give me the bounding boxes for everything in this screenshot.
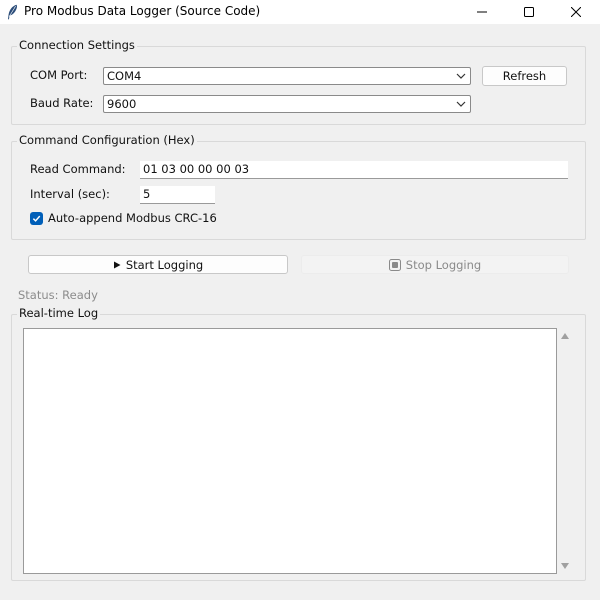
feather-icon	[8, 4, 17, 20]
interval-value: 5	[143, 187, 151, 201]
log-scrollbar[interactable]	[557, 328, 573, 574]
minimize-button[interactable]	[459, 0, 505, 24]
stop-logging-label: Stop Logging	[405, 257, 482, 272]
read-command-input[interactable]: 01 03 00 00 00 03	[140, 161, 568, 179]
refresh-button[interactable]: Refresh	[482, 66, 567, 86]
chevron-down-icon	[456, 101, 466, 107]
crc-checkbox[interactable]	[30, 212, 43, 225]
window-title: Pro Modbus Data Logger (Source Code)	[24, 4, 261, 18]
scroll-down-arrow-icon[interactable]	[561, 563, 569, 569]
minimize-icon	[477, 11, 487, 13]
crc-checkbox-label[interactable]: Auto-append Modbus CRC-16	[48, 211, 217, 225]
status-text: Status: Ready	[18, 288, 98, 302]
log-group-label: Real-time Log	[17, 306, 101, 320]
scroll-up-arrow-icon[interactable]	[561, 333, 569, 339]
start-logging-label: Start Logging	[125, 257, 204, 272]
command-config-label: Command Configuration (Hex)	[17, 133, 197, 147]
maximize-button[interactable]	[506, 0, 552, 24]
play-icon	[113, 261, 121, 268]
stop-logging-button[interactable]: Stop Logging	[301, 255, 569, 274]
start-logging-button[interactable]: Start Logging	[28, 255, 288, 274]
connection-settings-label: Connection Settings	[17, 38, 137, 52]
baud-rate-select[interactable]: 9600	[103, 95, 471, 113]
close-button[interactable]	[553, 0, 599, 24]
com-port-label: COM Port:	[30, 68, 88, 82]
title-bar[interactable]: Pro Modbus Data Logger (Source Code)	[0, 0, 600, 24]
baud-rate-value: 9600	[107, 97, 137, 111]
com-port-value: COM4	[107, 69, 142, 83]
com-port-select[interactable]: COM4	[103, 67, 471, 85]
interval-label: Interval (sec):	[30, 187, 110, 201]
checkmark-icon	[32, 215, 41, 222]
chevron-down-icon	[456, 73, 466, 79]
maximize-icon	[524, 7, 534, 17]
baud-rate-label: Baud Rate:	[30, 96, 94, 110]
read-command-label: Read Command:	[30, 162, 126, 176]
app-window: Pro Modbus Data Logger (Source Code) Con…	[0, 0, 600, 600]
interval-input[interactable]: 5	[140, 186, 215, 204]
close-icon	[571, 7, 581, 17]
read-command-value: 01 03 00 00 00 03	[143, 162, 250, 176]
stop-icon	[388, 258, 401, 271]
log-textarea[interactable]	[23, 328, 557, 574]
